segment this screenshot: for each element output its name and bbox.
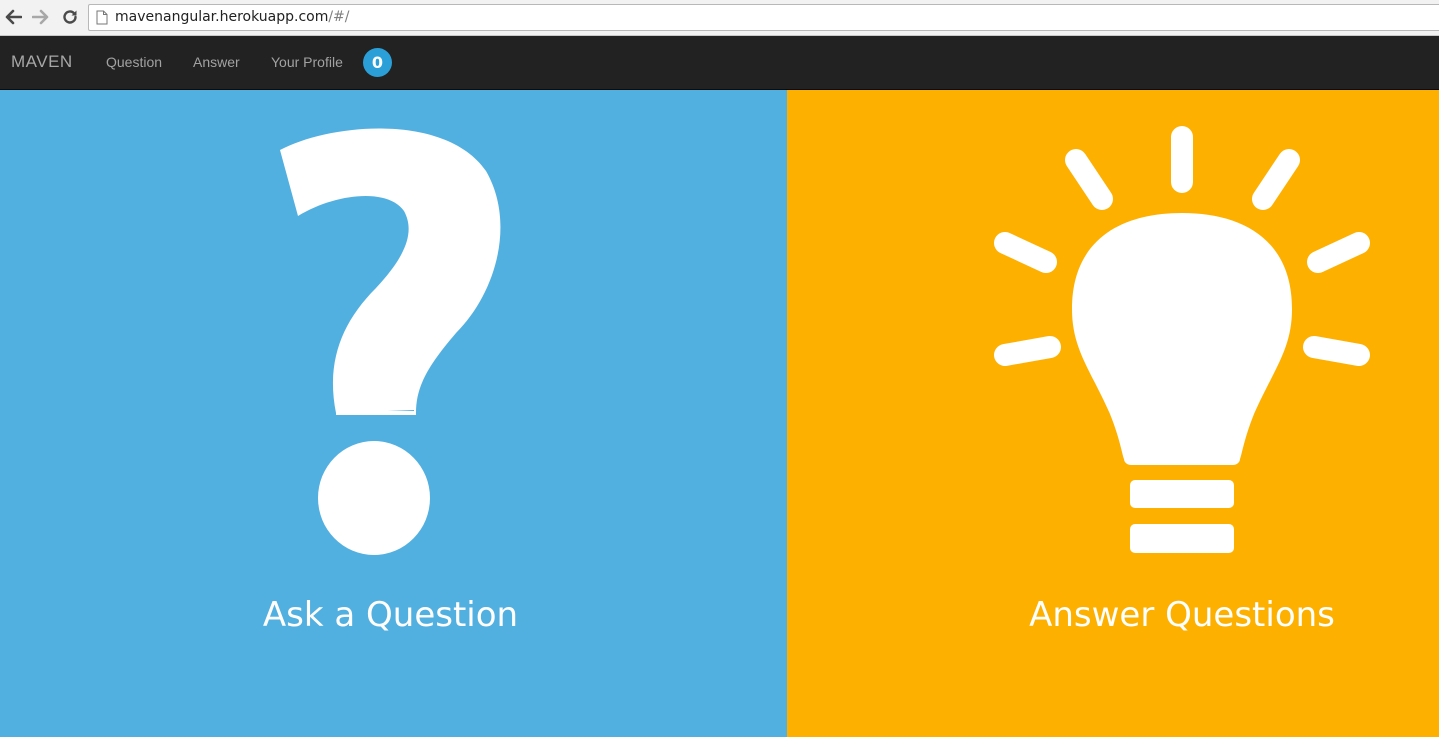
nav-link-profile[interactable]: Your Profile [271,54,343,70]
answer-questions-label[interactable]: Answer Questions [787,595,1439,635]
nav-link-question[interactable]: Question [106,54,162,70]
reload-icon[interactable] [60,7,80,27]
brand-logo[interactable]: MAVEN [11,52,73,72]
nav-link-answer[interactable]: Answer [193,54,240,70]
url-path: /#/ [328,9,350,25]
back-arrow-icon[interactable] [3,7,23,27]
question-mark-icon [280,128,501,555]
profile-badge[interactable]: 0 [363,48,392,77]
ask-question-panel[interactable]: Ask a Question [0,90,787,737]
answer-questions-panel[interactable]: Answer Questions [787,90,1439,737]
forward-arrow-icon[interactable] [31,7,51,27]
page-icon [96,10,108,25]
browser-toolbar: mavenangular.herokuapp.com/#/ [0,0,1439,36]
address-bar[interactable]: mavenangular.herokuapp.com/#/ [88,4,1439,31]
url-host: mavenangular.herokuapp.com [115,9,329,25]
url-text: mavenangular.herokuapp.com/#/ [115,9,350,25]
ask-question-label[interactable]: Ask a Question [0,595,781,635]
app-navbar: MAVEN Question Answer Your Profile 0 [0,36,1439,90]
lightbulb-icon [994,126,1370,553]
